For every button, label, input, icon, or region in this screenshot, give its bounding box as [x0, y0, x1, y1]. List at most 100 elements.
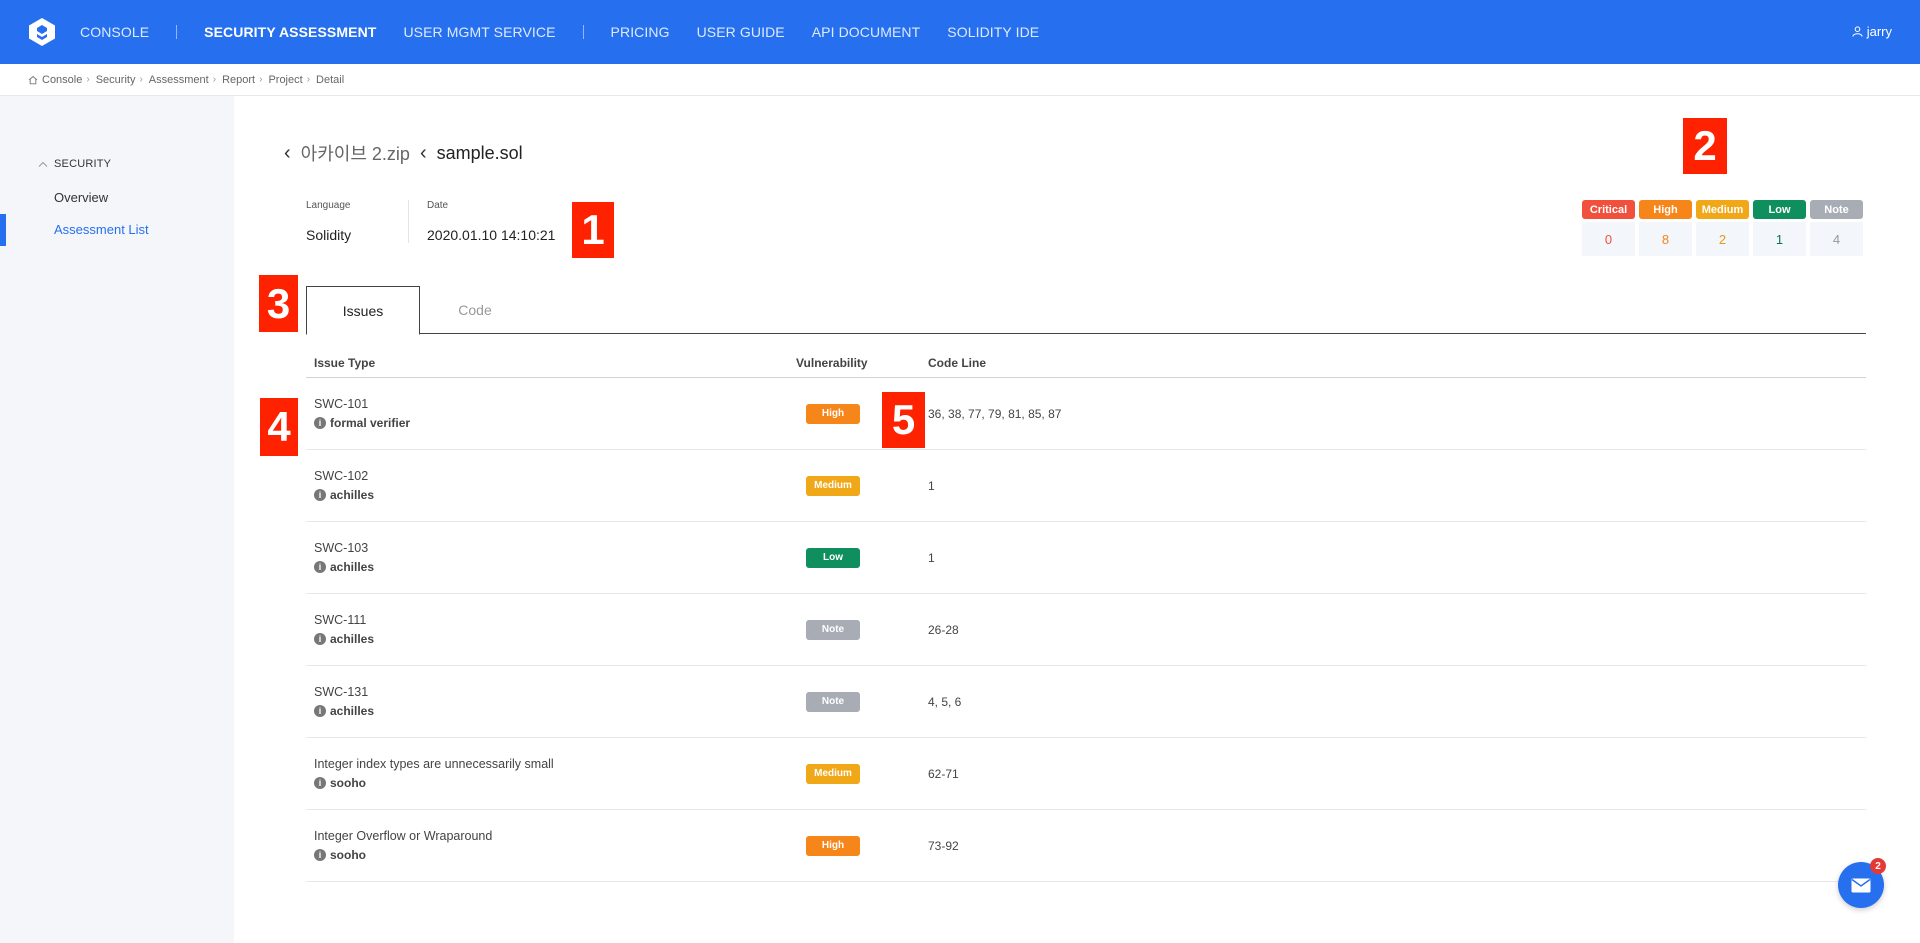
severity-count: 0 [1582, 222, 1635, 256]
table-row[interactable]: Integer Overflow or Wraparound i sooho High… [306, 810, 1866, 882]
info-icon[interactable]: i [314, 633, 326, 645]
vulnerability-cell: Note [796, 619, 928, 640]
table-row[interactable]: SWC-131 i achilles Note 4, 5, 6 [306, 666, 1866, 738]
breadcrumb-label: Assessment [148, 73, 209, 86]
vulnerability-badge: Note [806, 692, 860, 712]
nav-console[interactable]: CONSOLE [80, 24, 149, 40]
nav-solidity-ide[interactable]: SOLIDITY IDE [947, 24, 1039, 40]
sidebar-section-security[interactable]: SECURITY [38, 158, 111, 170]
language-value: Solidity [306, 227, 352, 243]
breadcrumb-label: Project [268, 73, 303, 86]
code-line-cell: 73-92 [928, 838, 959, 853]
severity-count: 1 [1753, 222, 1806, 256]
issue-type-cell: Integer index types are unnecessarily sm… [306, 757, 796, 790]
severity-note: Note 4 [1810, 200, 1863, 256]
sidebar-section-label: SECURITY [54, 158, 112, 170]
table-row[interactable]: SWC-102 i achilles Medium 1 [306, 450, 1866, 522]
issue-name: SWC-131 [314, 685, 369, 699]
tool-name: formal verifier [330, 416, 411, 430]
info-icon[interactable]: i [314, 489, 326, 501]
nav-user-guide[interactable]: USER GUIDE [697, 24, 785, 40]
breadcrumb-item-console[interactable]: Console › [28, 74, 90, 86]
breadcrumb-item-project[interactable]: Project › [268, 74, 310, 86]
issue-type-cell: SWC-131 i achilles [306, 685, 796, 718]
user-menu[interactable]: jarry [1852, 24, 1892, 39]
issue-type-cell: SWC-111 i achilles [306, 613, 796, 646]
vulnerability-badge: Medium [806, 476, 860, 496]
chevron-left-icon[interactable]: ‹ [420, 142, 427, 165]
nav-pricing[interactable]: PRICING [611, 24, 670, 40]
top-navigation: CONSOLE SECURITY ASSESSMENT USER MGMT SE… [0, 0, 1920, 64]
info-icon[interactable]: i [314, 777, 326, 789]
info-icon[interactable]: i [314, 849, 326, 861]
title-archive-name[interactable]: 아카이브 2.zip [301, 140, 410, 166]
info-icon[interactable]: i [314, 417, 326, 429]
main-content: ‹ 아카이브 2.zip ‹ sample.sol Language Solid… [234, 96, 1920, 943]
language-label: Language [306, 200, 351, 211]
table-row[interactable]: SWC-111 i achilles Note 26-28 [306, 594, 1866, 666]
chat-button[interactable]: 2 [1838, 858, 1886, 908]
vulnerability-badge: Low [806, 548, 860, 568]
back-arrow-icon[interactable]: ‹ [284, 142, 291, 165]
tool-name: achilles [330, 704, 375, 718]
sidebar-item-assessment-list[interactable]: Assessment List [54, 222, 149, 237]
chevron-right-icon: › [212, 74, 217, 85]
table-row[interactable]: Integer index types are unnecessarily sm… [306, 738, 1866, 810]
tab-code[interactable]: Code [420, 286, 530, 334]
logo-icon[interactable] [26, 16, 58, 48]
info-icon[interactable]: i [314, 561, 326, 573]
severity-high: High 8 [1639, 200, 1692, 256]
issue-tool: i achilles [314, 632, 796, 646]
nav-security-assessment[interactable]: SECURITY ASSESSMENT [204, 24, 376, 40]
breadcrumb-item-detail: Detail [316, 74, 344, 86]
breadcrumb-item-security[interactable]: Security › [96, 74, 143, 86]
issue-type-cell: SWC-103 i achilles [306, 541, 796, 574]
nav-user-mgmt-service[interactable]: USER MGMT SERVICE [403, 24, 555, 40]
nav-api-document[interactable]: API DOCUMENT [812, 24, 921, 40]
issue-name: SWC-111 [314, 613, 367, 627]
tool-name: achilles [330, 488, 375, 502]
issue-type-cell: SWC-102 i achilles [306, 469, 796, 502]
vulnerability-cell: High [796, 835, 928, 856]
issues-table: Issue Type Vulnerability Code Line SWC-1… [306, 348, 1866, 882]
chevron-right-icon: › [86, 74, 90, 85]
info-icon[interactable]: i [314, 705, 326, 717]
table-row[interactable]: SWC-101 i formal verifier High 36, 38, 77, 7… [306, 378, 1866, 450]
tool-name: achilles [330, 632, 375, 646]
code-line-cell: 1 [928, 550, 935, 565]
tab-bar: Issues Code [306, 286, 1866, 335]
code-line-cell: 62-71 [928, 766, 959, 781]
vulnerability-badge: Note [806, 620, 860, 640]
date-label: Date [427, 200, 449, 211]
severity-low: Low 1 [1753, 200, 1806, 256]
code-line-cell: 26-28 [928, 622, 959, 637]
issue-tool: i formal verifier [314, 416, 796, 430]
severity-badge: Note [1810, 200, 1863, 219]
mail-icon [1851, 878, 1871, 892]
tool-name: achilles [330, 560, 375, 574]
sidebar-item-overview[interactable]: Overview [54, 190, 108, 205]
annotation-marker: 2 [1683, 118, 1727, 174]
vulnerability-badge: High [806, 836, 860, 856]
chevron-right-icon: › [306, 74, 311, 85]
file-meta: Language Solidity Date 2020.01.10 14:10:… [306, 200, 573, 243]
severity-medium: Medium 2 [1696, 200, 1749, 256]
issue-name: SWC-102 [314, 469, 369, 483]
vulnerability-cell: Note [796, 691, 928, 712]
breadcrumb-item-report[interactable]: Report › [222, 74, 262, 86]
tab-issues[interactable]: Issues [306, 286, 420, 335]
tool-name: sooho [330, 776, 366, 790]
nav-divider [176, 25, 178, 39]
issue-name: Integer Overflow or Wraparound [314, 829, 493, 843]
severity-count: 8 [1639, 222, 1692, 256]
column-code-line: Code Line [928, 355, 987, 370]
tool-name: sooho [330, 848, 366, 862]
breadcrumb-item-assessment[interactable]: Assessment › [149, 74, 216, 86]
issue-tool: i achilles [314, 488, 796, 502]
issue-name: SWC-103 [314, 541, 369, 555]
issue-name: SWC-101 [314, 397, 369, 411]
vulnerability-cell: Medium [796, 475, 928, 496]
severity-badge: Medium [1696, 200, 1749, 219]
table-row[interactable]: SWC-103 i achilles Low 1 [306, 522, 1866, 594]
severity-badge: Critical [1582, 200, 1635, 219]
